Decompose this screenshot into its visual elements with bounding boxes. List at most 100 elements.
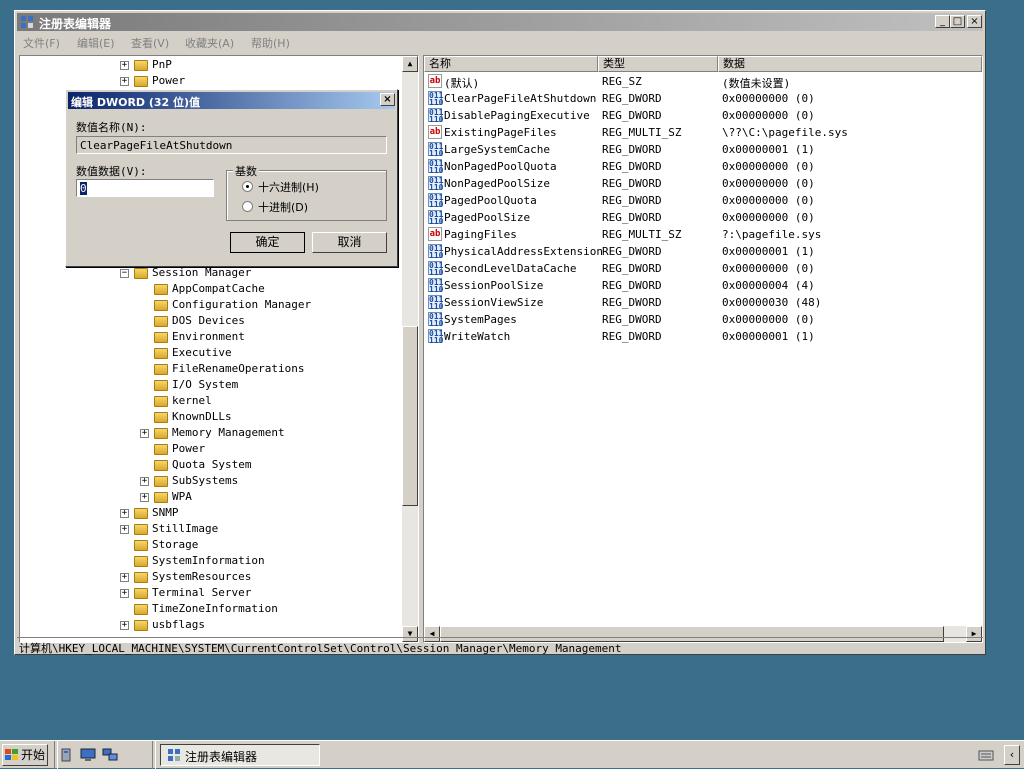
tree-vertical-scrollbar[interactable]: ▲ ▼: [402, 56, 418, 642]
tree-item-label: TimeZoneInformation: [152, 602, 278, 615]
list-row[interactable]: 011 110 LargeSystemCache REG_DWORD 0x000000…: [426, 141, 982, 158]
list-row[interactable]: 011 110 PagedPoolQuota REG_DWORD 0x00000000…: [426, 192, 982, 209]
list-row[interactable]: 011 110 ClearPageFileAtShutdown REG_DWORD 0…: [426, 90, 982, 107]
value-type: REG_DWORD: [602, 313, 662, 326]
decimal-label[interactable]: 十进制(D): [258, 199, 308, 215]
tree-item[interactable]: I/O System: [20, 377, 400, 393]
list-row[interactable]: ab ExistingPageFiles REG_MULTI_SZ \??\C:\pa…: [426, 124, 982, 141]
expand-icon[interactable]: +: [120, 573, 129, 582]
binary-value-icon: 011 110: [428, 295, 444, 311]
list-row[interactable]: 011 110 SystemPages REG_DWORD 0x00000000 (0…: [426, 311, 982, 328]
list-row[interactable]: 011 110 WriteWatch REG_DWORD 0x00000001 (1): [426, 328, 982, 345]
tree-item[interactable]: TimeZoneInformation: [20, 601, 400, 617]
scroll-thumb[interactable]: [402, 326, 418, 506]
decimal-radio[interactable]: [242, 201, 253, 212]
tree-item[interactable]: + usbflags: [20, 617, 400, 633]
list-row[interactable]: 011 110 SessionViewSize REG_DWORD 0x0000003…: [426, 294, 982, 311]
dialog-title-bar[interactable]: 编辑 DWORD (32 位)值 ×: [68, 92, 395, 109]
column-header-data[interactable]: 数据: [718, 56, 982, 72]
tree-item[interactable]: DOS Devices: [20, 313, 400, 329]
tree-item[interactable]: + WPA: [20, 489, 400, 505]
network-icon[interactable]: [102, 748, 118, 762]
tree-item-label: StillImage: [152, 522, 219, 535]
list-row[interactable]: 011 110 SecondLevelDataCache REG_DWORD 0x00…: [426, 260, 982, 277]
tree-item[interactable]: − Session Manager: [20, 265, 400, 281]
scroll-up-button[interactable]: ▲: [402, 56, 418, 72]
maximize-button[interactable]: □: [950, 15, 965, 28]
tree-item[interactable]: SystemInformation: [20, 553, 400, 569]
tree-item[interactable]: AppCompatCache: [20, 281, 400, 297]
title-bar[interactable]: 注册表编辑器 _ □ ×: [17, 13, 983, 31]
value-data-input[interactable]: 0: [76, 179, 214, 197]
tree-item[interactable]: FileRenameOperations: [20, 361, 400, 377]
tree-item[interactable]: Configuration Manager: [20, 297, 400, 313]
menu-view[interactable]: 查看(V): [131, 35, 169, 51]
tree-item-label: SystemInformation: [152, 554, 265, 567]
tray-expand-button[interactable]: ‹: [1004, 745, 1020, 765]
close-button[interactable]: ×: [967, 15, 982, 28]
tree-item[interactable]: + Power: [20, 73, 400, 89]
tree-item[interactable]: Quota System: [20, 457, 400, 473]
folder-icon: [154, 492, 168, 503]
list-row[interactable]: 011 110 SessionPoolSize REG_DWORD 0x0000000…: [426, 277, 982, 294]
tree-item[interactable]: + SystemResources: [20, 569, 400, 585]
dialog-close-button[interactable]: ×: [380, 93, 395, 106]
value-name: SessionPoolSize: [444, 279, 544, 292]
hex-label[interactable]: 十六进制(H): [258, 179, 319, 195]
ok-button[interactable]: 确定: [230, 232, 305, 253]
values-list-pane[interactable]: 名称 类型 数据 ab (默认) REG_SZ (数值未设置) 011 110 Clear…: [423, 55, 983, 643]
hex-radio[interactable]: [242, 181, 253, 192]
value-data: \??\C:\pagefile.sys: [722, 126, 848, 139]
tree-item[interactable]: Environment: [20, 329, 400, 345]
expand-icon[interactable]: +: [120, 589, 129, 598]
list-row[interactable]: 011 110 PhysicalAddressExtension REG_DWORD…: [426, 243, 982, 260]
tree-item[interactable]: KnownDLLs: [20, 409, 400, 425]
menu-favorites[interactable]: 收藏夹(A): [185, 35, 234, 51]
list-row[interactable]: ab (默认) REG_SZ (数值未设置): [426, 73, 982, 90]
list-row[interactable]: 011 110 NonPagedPoolSize REG_DWORD 0x000000…: [426, 175, 982, 192]
tree-item[interactable]: Storage: [20, 537, 400, 553]
server-manager-icon[interactable]: [60, 748, 74, 762]
expand-icon[interactable]: +: [120, 525, 129, 534]
tree-item[interactable]: + Terminal Server: [20, 585, 400, 601]
cancel-button[interactable]: 取消: [312, 232, 387, 253]
value-data: 0x00000004 (4): [722, 279, 815, 292]
folder-icon: [154, 444, 168, 455]
tree-item[interactable]: Executive: [20, 345, 400, 361]
taskbar-regedit-button[interactable]: 注册表编辑器: [160, 744, 320, 766]
folder-icon: [134, 572, 148, 583]
column-header-type[interactable]: 类型: [598, 56, 718, 72]
tree-item[interactable]: + StillImage: [20, 521, 400, 537]
expand-icon[interactable]: +: [140, 493, 149, 502]
expand-icon[interactable]: +: [140, 429, 149, 438]
expand-icon[interactable]: +: [120, 61, 129, 70]
expand-icon[interactable]: +: [120, 77, 129, 86]
expand-icon[interactable]: +: [140, 477, 149, 486]
tree-item[interactable]: kernel: [20, 393, 400, 409]
value-data: 0x00000001 (1): [722, 245, 815, 258]
tree-item[interactable]: + Memory Management: [20, 425, 400, 441]
list-row[interactable]: 011 110 PagedPoolSize REG_DWORD 0x00000000 …: [426, 209, 982, 226]
expand-icon[interactable]: +: [120, 621, 129, 630]
tree-item[interactable]: + PnP: [20, 57, 400, 73]
folder-icon: [134, 524, 148, 535]
start-button[interactable]: 开始: [2, 744, 48, 766]
list-row[interactable]: 011 110 NonPagedPoolQuota REG_DWORD 0x00000…: [426, 158, 982, 175]
tree-item[interactable]: + SubSystems: [20, 473, 400, 489]
tree-item[interactable]: + SNMP: [20, 505, 400, 521]
folder-icon: [154, 348, 168, 359]
menu-edit[interactable]: 编辑(E): [77, 35, 115, 51]
list-row[interactable]: 011 110 DisablePagingExecutive REG_DWORD 0x…: [426, 107, 982, 124]
column-header-name[interactable]: 名称: [424, 56, 598, 72]
menu-file[interactable]: 文件(F): [23, 35, 60, 51]
folder-icon: [134, 508, 148, 519]
tree-item[interactable]: Power: [20, 441, 400, 457]
minimize-button[interactable]: _: [935, 15, 950, 28]
keyboard-tray-icon[interactable]: [978, 748, 994, 762]
collapse-icon[interactable]: −: [120, 269, 129, 278]
folder-icon: [134, 76, 148, 87]
expand-icon[interactable]: +: [120, 509, 129, 518]
menu-help[interactable]: 帮助(H): [251, 35, 290, 51]
show-desktop-icon[interactable]: [80, 748, 96, 762]
list-row[interactable]: ab PagingFiles REG_MULTI_SZ ?:\pagefile.sys: [426, 226, 982, 243]
